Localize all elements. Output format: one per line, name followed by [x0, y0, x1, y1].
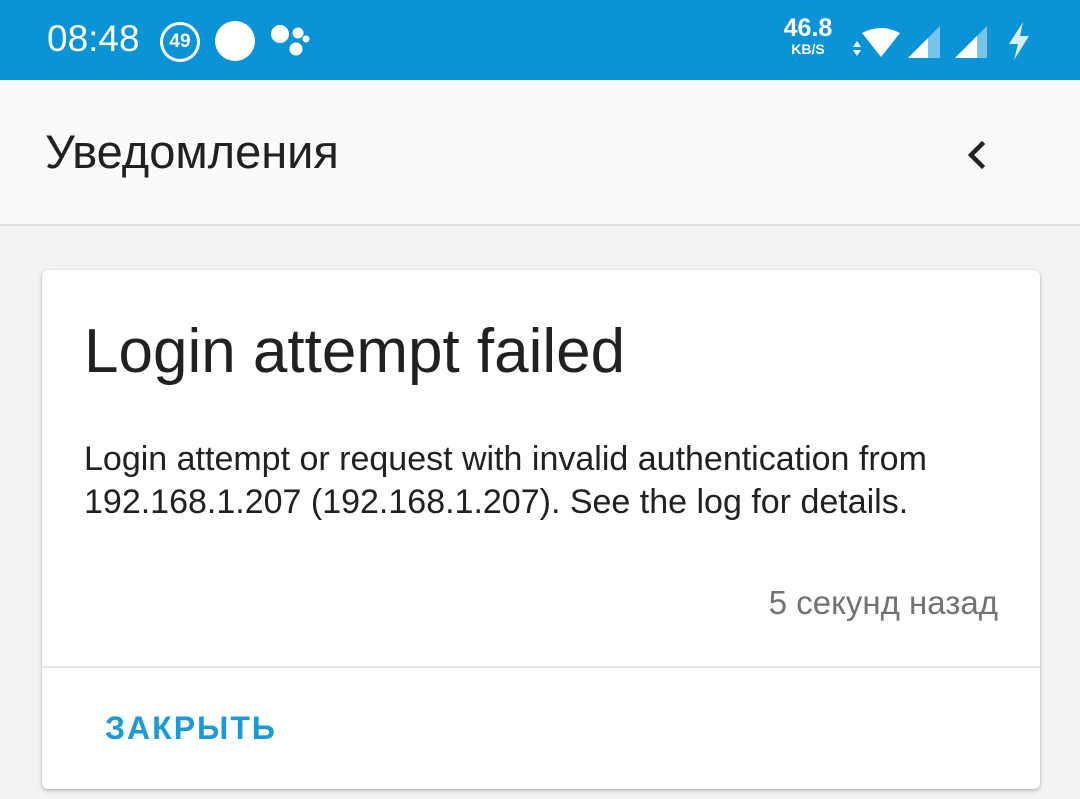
signal-icon	[955, 26, 987, 58]
wifi-icon	[853, 28, 900, 57]
network-speed-value: 46.8	[783, 14, 833, 42]
close-button[interactable]: ЗАКРЫТЬ	[105, 710, 277, 747]
notification-title: Login attempt failed	[84, 317, 626, 386]
charging-icon	[1009, 22, 1029, 60]
status-bar: 08:48 49 46.8 KB/S	[0, 0, 1080, 80]
chevron-left-icon[interactable]	[950, 128, 1004, 182]
network-speed-unit: KB/S	[791, 41, 825, 57]
notification-message: Login attempt or request with invalid au…	[84, 440, 927, 521]
signal-icon	[908, 26, 940, 58]
card-divider	[42, 666, 1040, 668]
assistant-icon	[271, 25, 310, 56]
status-time: 08:48	[47, 18, 140, 59]
notification-count-icon: 49	[160, 22, 200, 62]
circle-dot-icon	[215, 21, 255, 61]
page-title: Уведомления	[45, 125, 339, 178]
notification-timestamp: 5 секунд назад	[768, 584, 998, 621]
notification-card: Login attempt failed Login attempt or re…	[42, 270, 1040, 789]
app-bar: Уведомления	[0, 80, 1080, 226]
network-speed: 46.8 KB/S	[780, 14, 836, 57]
